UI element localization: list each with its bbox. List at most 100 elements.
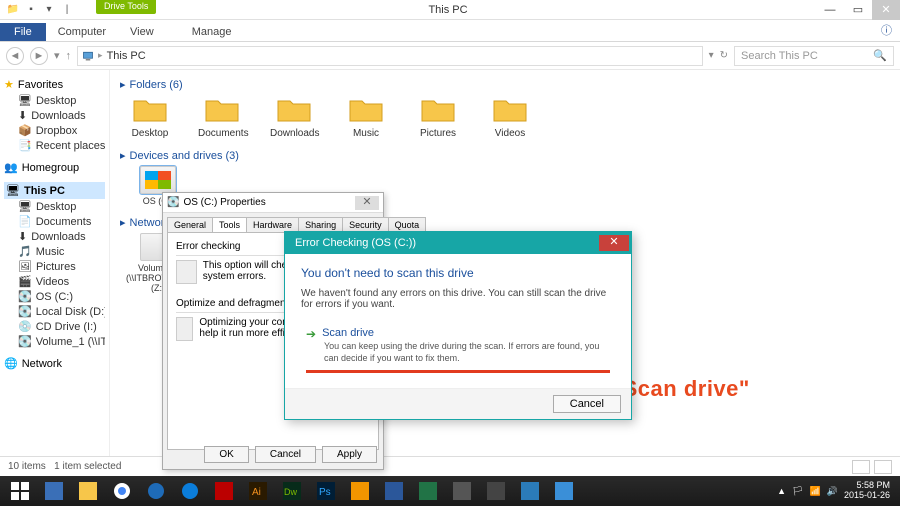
homegroup-icon: 👥 [4, 161, 18, 174]
close-button[interactable]: ✕ [872, 0, 900, 20]
tray-flag-icon[interactable]: 🏳 [792, 486, 803, 497]
taskbar-dw-icon[interactable]: Dw [276, 478, 308, 504]
drive-icon: 💽 [167, 197, 179, 208]
sidebar-item[interactable]: 📄Documents [4, 214, 105, 229]
taskbar-app2-icon[interactable] [446, 478, 478, 504]
tray-up-icon[interactable]: ▲ [777, 486, 786, 496]
error-checking-close-button[interactable]: ✕ [599, 235, 629, 251]
tray-clock[interactable]: 5:58 PM 2015-01-26 [844, 481, 890, 501]
taskbar-chrome-icon[interactable] [106, 478, 138, 504]
ribbon-tab-computer[interactable]: Computer [46, 23, 118, 41]
nav-recent-dropdown[interactable]: ▾ [54, 49, 60, 62]
qat-new-folder-icon[interactable]: ▾ [42, 3, 56, 17]
tab-hardware[interactable]: Hardware [246, 217, 299, 232]
taskbar-app4-icon[interactable] [514, 478, 546, 504]
sidebar-item[interactable]: 🖥Desktop [4, 199, 105, 214]
network-icon: 🌐 [4, 357, 18, 370]
error-checking-heading: You don't need to scan this drive [301, 266, 615, 280]
nav-forward-button[interactable]: ► [30, 47, 48, 65]
taskbar-app-icon[interactable] [174, 478, 206, 504]
section-folders[interactable]: ▸ Folders (6) [120, 78, 890, 91]
taskbar-ie2-icon[interactable] [140, 478, 172, 504]
ribbon-expand-icon[interactable]: ⓘ [873, 19, 900, 41]
breadcrumb-root[interactable]: This PC [107, 50, 146, 62]
folder-documents[interactable]: Documents [198, 95, 246, 139]
error-checking-cancel-button[interactable]: Cancel [553, 395, 621, 413]
taskbar-outlook-icon[interactable] [344, 478, 376, 504]
titlebar: Drive Tools 📁 ▪ ▾ | This PC — ▭ ✕ [0, 0, 900, 20]
taskbar-explorer-icon[interactable] [72, 478, 104, 504]
search-input[interactable]: Search This PC 🔍 [734, 46, 894, 66]
properties-apply-button[interactable]: Apply [322, 446, 377, 463]
taskbar-ai-icon[interactable]: Ai [242, 478, 274, 504]
taskbar-word-icon[interactable] [378, 478, 410, 504]
taskbar-excel-icon[interactable] [412, 478, 444, 504]
view-details-button[interactable] [852, 460, 870, 474]
sidebar-item[interactable]: 💿CD Drive (I:) [4, 319, 105, 334]
tab-tools[interactable]: Tools [212, 217, 247, 232]
minimize-button[interactable]: — [816, 0, 844, 20]
sidebar-item[interactable]: 💽OS (C:) [4, 289, 105, 304]
sidebar-item-dropbox[interactable]: 📦Dropbox [4, 123, 105, 138]
sidebar-item[interactable]: 🎵Music [4, 244, 105, 259]
refresh-button[interactable]: ↻ [720, 50, 728, 61]
status-item-count: 10 items [8, 461, 46, 472]
search-placeholder: Search This PC [741, 50, 818, 62]
address-bar[interactable]: ▸ This PC [77, 46, 703, 66]
qat-divider: | [60, 3, 74, 17]
sidebar-item[interactable]: ⬇Downloads [4, 229, 105, 244]
properties-ok-button[interactable]: OK [204, 446, 248, 463]
taskbar-filezilla-icon[interactable] [208, 478, 240, 504]
error-checking-message: We haven't found any errors on this driv… [301, 288, 615, 310]
sidebar-favorites[interactable]: ★Favorites [4, 76, 105, 93]
sidebar-item[interactable]: 🎬Videos [4, 274, 105, 289]
annotation-underline [306, 370, 610, 373]
folder-desktop[interactable]: Desktop [126, 95, 174, 139]
taskbar: Ai Dw Ps ▲ 🏳 📶 🔊 5:58 PM 2015-01-26 [0, 476, 900, 506]
start-button[interactable] [4, 478, 36, 504]
sidebar-item[interactable]: 🖼Pictures [4, 259, 105, 274]
ribbon-tab-manage[interactable]: Manage [180, 23, 244, 41]
taskbar-app3-icon[interactable] [480, 478, 512, 504]
arrow-right-icon: ➔ [306, 327, 316, 341]
explorer-icon: 📁 [6, 3, 20, 17]
folder-music[interactable]: Music [342, 95, 390, 139]
properties-close-button[interactable]: ✕ [355, 196, 379, 210]
sidebar-this-pc[interactable]: 🖥This PC [4, 182, 105, 199]
window-title: This PC [80, 4, 816, 16]
folder-videos[interactable]: Videos [486, 95, 534, 139]
taskbar-ie-icon[interactable] [38, 478, 70, 504]
ribbon-file[interactable]: File [0, 23, 46, 41]
nav-up-button[interactable]: ↑ [66, 50, 72, 62]
properties-cancel-button[interactable]: Cancel [255, 446, 316, 463]
sidebar-network[interactable]: 🌐Network [4, 355, 105, 372]
maximize-button[interactable]: ▭ [844, 0, 872, 20]
section-drives[interactable]: ▸ Devices and drives (3) [120, 149, 890, 162]
tab-sharing[interactable]: Sharing [298, 217, 343, 232]
tab-general[interactable]: General [167, 217, 213, 232]
system-tray[interactable]: ▲ 🏳 📶 🔊 5:58 PM 2015-01-26 [777, 481, 896, 501]
qat-properties-icon[interactable]: ▪ [24, 3, 38, 17]
nav-back-button[interactable]: ◄ [6, 47, 24, 65]
sidebar-homegroup[interactable]: 👥Homegroup [4, 159, 105, 176]
properties-title: OS (C:) Properties [183, 197, 265, 208]
ribbon-tab-view[interactable]: View [118, 23, 166, 41]
view-icons-button[interactable] [874, 460, 892, 474]
taskbar-app5-icon[interactable] [548, 478, 580, 504]
tray-volume-icon[interactable]: 🔊 [827, 486, 838, 497]
tab-quota[interactable]: Quota [388, 217, 427, 232]
tray-network-icon[interactable]: 📶 [810, 486, 821, 497]
sidebar-item[interactable]: 💽Local Disk (D:) [4, 304, 105, 319]
taskbar-ps-icon[interactable]: Ps [310, 478, 342, 504]
sidebar-item-downloads[interactable]: ⬇Downloads [4, 108, 105, 123]
error-checking-dialog: Error Checking (OS (C:)) ✕ You don't nee… [284, 231, 632, 420]
search-icon: 🔍 [873, 49, 887, 62]
sidebar-item[interactable]: 💽Volume_1 (\\ITBROT [4, 334, 105, 349]
tab-security[interactable]: Security [342, 217, 389, 232]
folder-downloads[interactable]: Downloads [270, 95, 318, 139]
sidebar-item-desktop[interactable]: 🖥Desktop [4, 93, 105, 108]
scan-drive-option[interactable]: ➔Scan drive You can keep using the drive… [301, 322, 615, 380]
sidebar-item-recent[interactable]: 📑Recent places [4, 138, 105, 153]
address-dropdown[interactable]: ▾ [709, 50, 714, 61]
folder-pictures[interactable]: Pictures [414, 95, 462, 139]
